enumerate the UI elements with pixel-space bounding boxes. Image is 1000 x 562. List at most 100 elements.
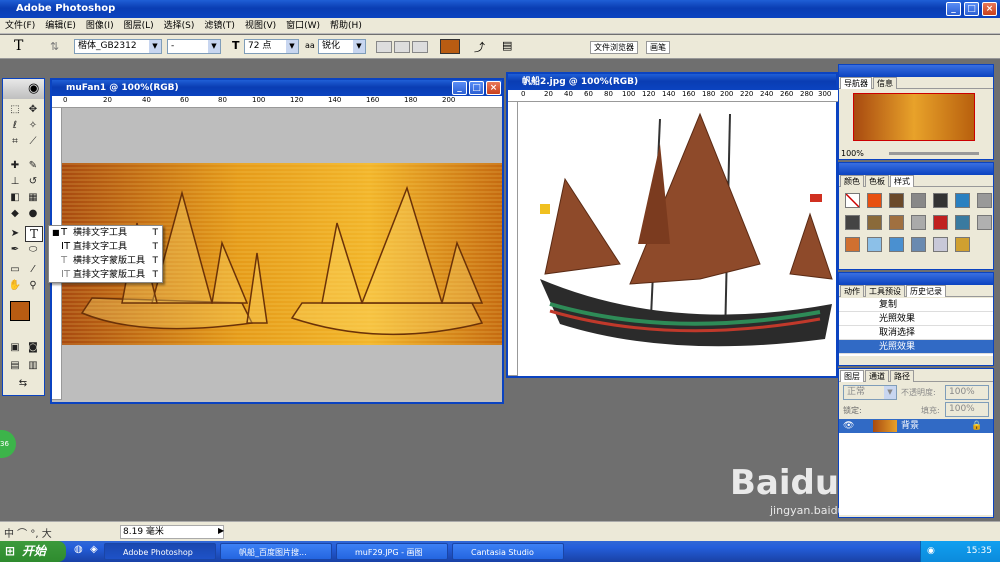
type-tool-icon[interactable]: T bbox=[25, 226, 43, 242]
magic-wand-icon[interactable]: ✧ bbox=[25, 119, 41, 133]
fullscreen-mode-icon[interactable]: ▥ bbox=[25, 359, 41, 373]
style-none[interactable] bbox=[845, 193, 860, 208]
styles-palette-header[interactable] bbox=[839, 163, 993, 175]
style-swatch[interactable] bbox=[933, 193, 948, 208]
palettes-toggle-icon[interactable]: ▤ bbox=[502, 39, 512, 52]
task-paint[interactable]: muF29.JPG - 画图 bbox=[336, 543, 448, 560]
style-swatch[interactable] bbox=[955, 215, 970, 230]
hand-tool-icon[interactable]: ✋ bbox=[7, 279, 23, 293]
minimize-button[interactable]: _ bbox=[946, 2, 961, 16]
align-center-icon[interactable] bbox=[394, 41, 410, 53]
foreground-color-swatch[interactable] bbox=[10, 301, 30, 321]
tab-color[interactable]: 颜色 bbox=[840, 175, 864, 187]
maximize-button[interactable]: □ bbox=[964, 2, 979, 16]
menu-edit[interactable]: 编辑(E) bbox=[40, 18, 81, 34]
menu-view[interactable]: 视图(V) bbox=[240, 18, 281, 34]
menu-filter[interactable]: 滤镜(T) bbox=[199, 18, 240, 34]
style-swatch[interactable] bbox=[889, 215, 904, 230]
style-swatch[interactable] bbox=[955, 193, 970, 208]
move-tool-icon[interactable]: ✥ bbox=[25, 103, 41, 117]
history-item[interactable]: 光照效果 bbox=[839, 312, 993, 326]
status-menu-arrow-icon[interactable]: ▶ bbox=[218, 526, 224, 535]
eyedropper-icon[interactable]: ⁄ bbox=[25, 263, 41, 277]
layer-row-background[interactable]: 👁 背景 🔒 bbox=[839, 419, 993, 433]
blur-tool-icon[interactable]: ◆ bbox=[7, 207, 23, 221]
marquee-tool-icon[interactable]: ⬚ bbox=[7, 103, 23, 117]
doc1-close-button[interactable]: × bbox=[486, 81, 501, 95]
pen-tool-icon[interactable]: ✒ bbox=[7, 243, 23, 257]
crop-tool-icon[interactable]: ⌗ bbox=[7, 135, 23, 149]
style-swatch[interactable] bbox=[977, 193, 992, 208]
path-select-icon[interactable]: ➤ bbox=[7, 227, 23, 241]
doc1-maximize-button[interactable]: □ bbox=[469, 81, 484, 95]
style-swatch[interactable] bbox=[867, 237, 882, 252]
tray-icon[interactable]: ◉ bbox=[927, 541, 935, 562]
tab-tool-presets[interactable]: 工具预设 bbox=[865, 285, 905, 297]
tab-styles[interactable]: 样式 bbox=[890, 175, 914, 187]
style-swatch[interactable] bbox=[889, 237, 904, 252]
text-color-swatch[interactable] bbox=[440, 39, 460, 54]
history-item[interactable]: 取消选择 bbox=[839, 326, 993, 340]
font-style-select[interactable]: - ▼ bbox=[167, 39, 221, 54]
start-button[interactable]: ⊞ 开始 bbox=[0, 541, 66, 562]
menu-select[interactable]: 选择(S) bbox=[159, 18, 200, 34]
tab-file-browser[interactable]: 文件浏览器 bbox=[590, 41, 638, 54]
close-button[interactable]: × bbox=[982, 2, 997, 16]
tool-preset-picker[interactable]: T bbox=[14, 38, 23, 54]
navigator-thumbnail[interactable] bbox=[853, 93, 975, 141]
eraser-tool-icon[interactable]: ◧ bbox=[7, 191, 23, 205]
tab-navigator[interactable]: 导航器 bbox=[840, 77, 872, 89]
browser-icon[interactable]: ◍ bbox=[74, 544, 83, 555]
tab-swatches[interactable]: 色板 bbox=[865, 175, 889, 187]
history-item-selected[interactable]: 光照效果 bbox=[839, 340, 993, 354]
flyout-item-horizontal-type[interactable]: ■ T 横排文字工具 T bbox=[49, 226, 162, 240]
tab-brushes[interactable]: 画笔 bbox=[646, 41, 670, 54]
brush-tool-icon[interactable]: ✎ bbox=[25, 159, 41, 173]
clock[interactable]: 15:35 bbox=[966, 546, 992, 556]
menu-help[interactable]: 帮助(H) bbox=[325, 18, 367, 34]
tab-channels[interactable]: 通道 bbox=[865, 370, 889, 382]
tab-info[interactable]: 信息 bbox=[873, 77, 897, 89]
quickmask-mode-icon[interactable]: ◙ bbox=[25, 341, 41, 355]
fill-field[interactable]: 100% bbox=[945, 402, 989, 417]
align-left-icon[interactable] bbox=[376, 41, 392, 53]
font-family-select[interactable]: 楷体_GB2312 ▼ bbox=[74, 39, 162, 54]
flyout-item-vertical-type[interactable]: IT 直排文字工具 T bbox=[49, 240, 162, 254]
warp-text-icon[interactable]: ⤴ bbox=[474, 39, 485, 55]
tab-history[interactable]: 历史记录 bbox=[906, 285, 946, 297]
navigator-palette-header[interactable] bbox=[839, 65, 993, 77]
jump-to-imageready-icon[interactable]: ⇆ bbox=[15, 377, 31, 391]
doc1-title-bar[interactable]: muFan1 @ 100%(RGB) _ □ × bbox=[52, 80, 502, 96]
style-swatch[interactable] bbox=[845, 215, 860, 230]
antialias-select[interactable]: 锐化 ▼ bbox=[318, 39, 366, 54]
tab-layers[interactable]: 图层 bbox=[840, 370, 864, 382]
style-swatch[interactable] bbox=[845, 237, 860, 252]
task-camtasia[interactable]: Cantasia Studio bbox=[452, 543, 564, 560]
menu-window[interactable]: 窗口(W) bbox=[281, 18, 325, 34]
font-size-select[interactable]: 72 点 ▼ bbox=[244, 39, 299, 54]
history-item[interactable]: 复制 bbox=[839, 298, 993, 312]
style-swatch[interactable] bbox=[933, 237, 948, 252]
media-icon[interactable]: ◈ bbox=[90, 544, 98, 555]
doc1-minimize-button[interactable]: _ bbox=[452, 81, 467, 95]
style-swatch[interactable] bbox=[911, 193, 926, 208]
standard-mode-icon[interactable]: ▣ bbox=[7, 341, 23, 355]
slice-tool-icon[interactable]: ⟋ bbox=[25, 135, 41, 149]
style-swatch[interactable] bbox=[955, 237, 970, 252]
align-right-icon[interactable] bbox=[412, 41, 428, 53]
navigator-zoom-value[interactable]: 100% bbox=[841, 149, 864, 158]
dodge-tool-icon[interactable]: ● bbox=[25, 207, 41, 221]
blend-mode-select[interactable]: 正常 ▼ bbox=[843, 385, 897, 400]
tab-paths[interactable]: 路径 bbox=[890, 370, 914, 382]
style-swatch[interactable] bbox=[977, 215, 992, 230]
menu-image[interactable]: 图像(I) bbox=[81, 18, 119, 34]
tab-actions[interactable]: 动作 bbox=[840, 285, 864, 297]
style-swatch[interactable] bbox=[933, 215, 948, 230]
orientation-toggle-icon[interactable]: ⇅ bbox=[50, 40, 59, 53]
style-swatch[interactable] bbox=[867, 215, 882, 230]
lasso-tool-icon[interactable]: ℓ bbox=[7, 119, 23, 133]
style-swatch[interactable] bbox=[911, 215, 926, 230]
navigator-zoom-slider[interactable] bbox=[889, 152, 979, 155]
document-window-fanchuan2[interactable]: 帆船2.jpg @ 100%(RGB) 0 20 40 60 80 100 120 140 16… bbox=[506, 72, 838, 378]
task-browser[interactable]: 帆船_百度图片搜... bbox=[220, 543, 332, 560]
